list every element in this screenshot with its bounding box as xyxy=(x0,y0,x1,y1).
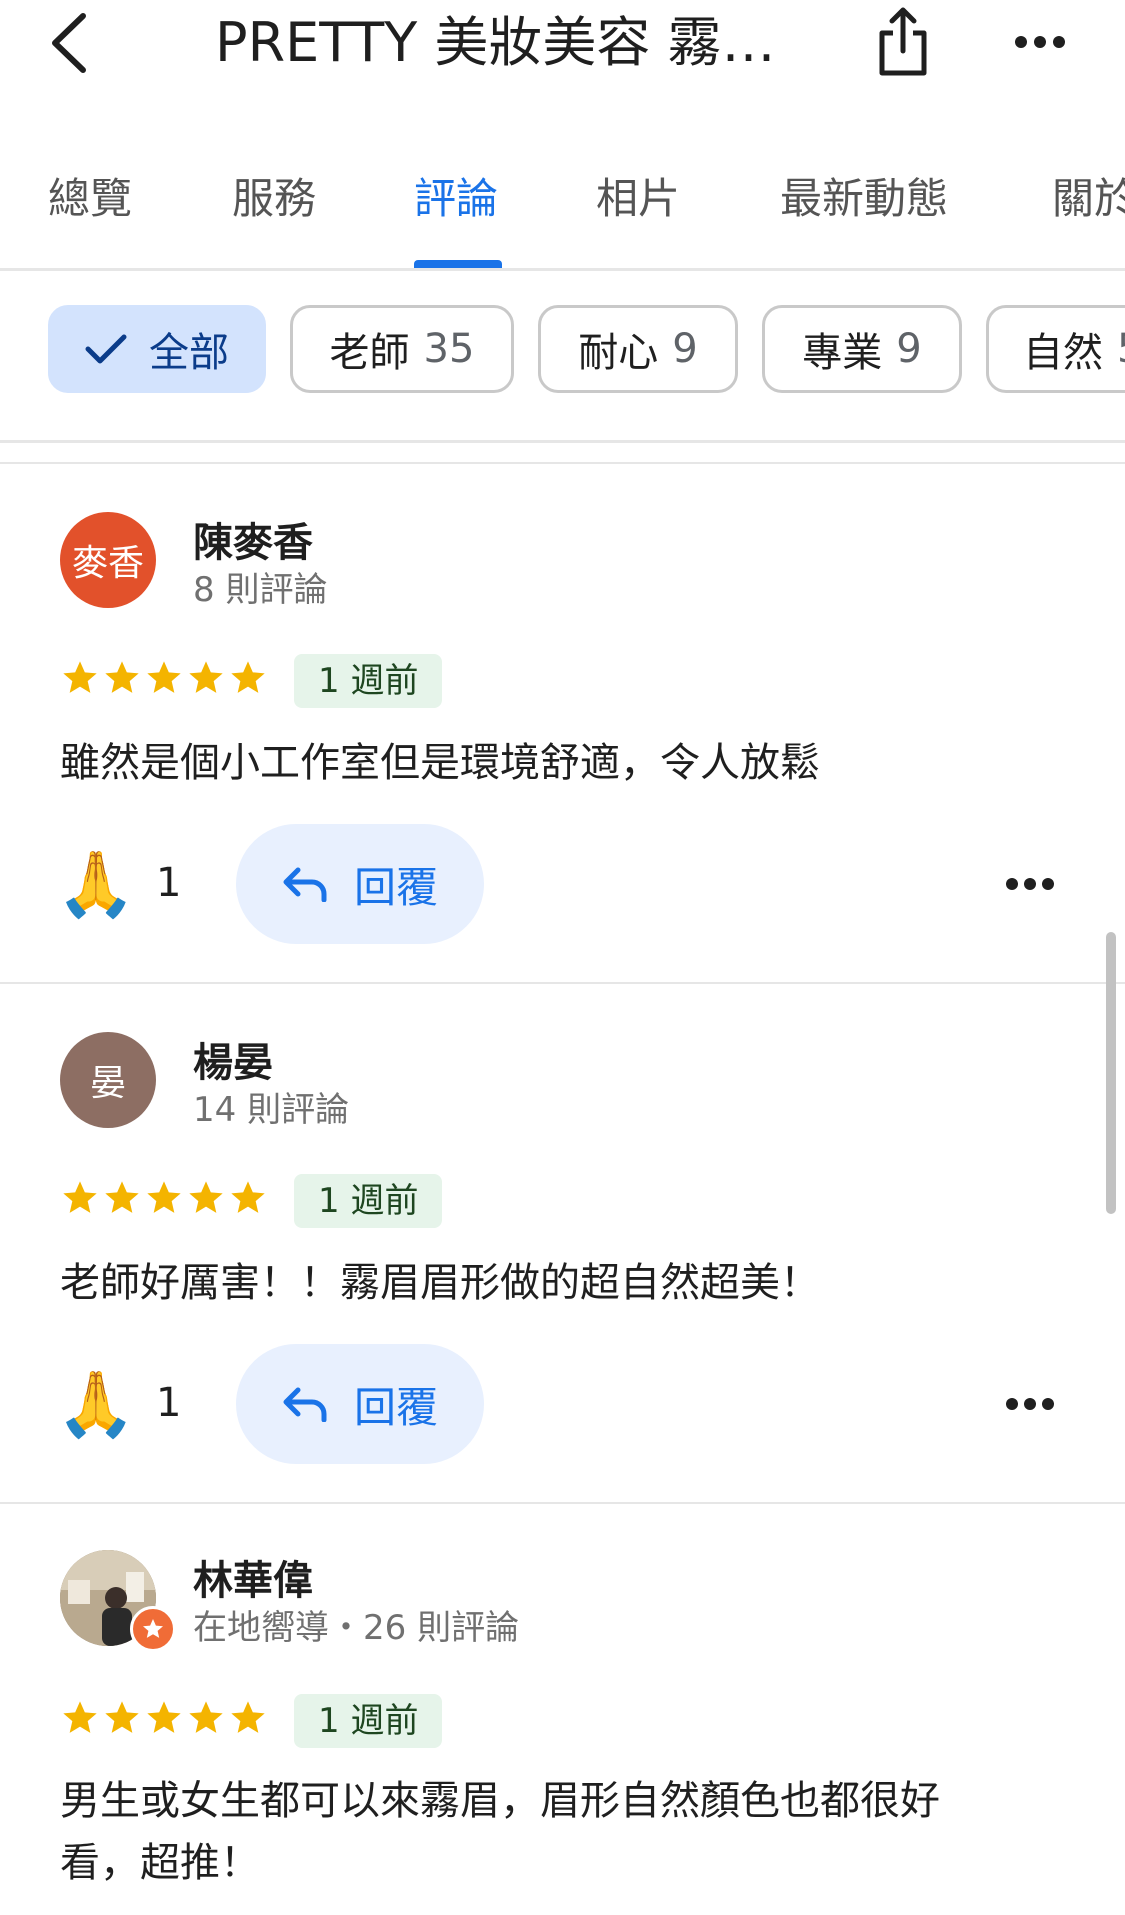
active-tab-indicator xyxy=(414,260,502,268)
share-button[interactable] xyxy=(868,2,938,82)
reaction-count: 1 xyxy=(156,1380,182,1426)
star-icon xyxy=(63,1701,97,1733)
reviewer-name[interactable]: 楊晏 xyxy=(193,1030,273,1088)
star-icon xyxy=(63,661,97,693)
reviewer-meta: 14 則評論 xyxy=(193,1090,350,1130)
star-icon xyxy=(231,1701,265,1733)
chip-count: 9 xyxy=(672,326,698,372)
review-time-badge: 1 週前 xyxy=(294,654,443,708)
reply-label: 回覆 xyxy=(353,1382,438,1432)
review-text: 男生或女生都可以來霧眉，眉形自然顏色也都很好 看，超推！ xyxy=(60,1770,1020,1894)
star-icon xyxy=(189,661,223,693)
avatar[interactable]: 晏 xyxy=(60,1032,156,1128)
check-icon xyxy=(85,333,127,365)
back-button[interactable] xyxy=(38,8,98,78)
chip-professional[interactable]: 專業 9 xyxy=(762,305,962,393)
section-divider xyxy=(0,462,1125,464)
chip-label: 專業 xyxy=(802,330,883,376)
star-icon xyxy=(147,1181,181,1213)
reply-label: 回覆 xyxy=(353,862,438,912)
folded-hands-icon[interactable]: 🙏 xyxy=(56,1364,136,1444)
review-text: 雖然是個小工作室但是環境舒適，令人放鬆 xyxy=(60,740,820,786)
chip-all[interactable]: 全部 xyxy=(48,305,266,393)
share-icon xyxy=(879,7,927,76)
reviewer-meta: 8 則評論 xyxy=(193,570,328,610)
reply-button[interactable]: 回覆 xyxy=(236,1344,484,1464)
chip-natural[interactable]: 自然 5 xyxy=(986,305,1125,393)
chip-label: 耐心 xyxy=(578,330,659,376)
tab-services[interactable]: 服務 xyxy=(232,164,316,234)
tab-about[interactable]: 關於 xyxy=(1052,164,1125,234)
tab-overview[interactable]: 總覽 xyxy=(48,164,132,234)
tab-bar: 總覽 服務 評論 相片 最新動態 關於 xyxy=(0,150,1125,271)
star-icon xyxy=(231,661,265,693)
more-horiz-icon xyxy=(1006,878,1054,890)
review-more-button[interactable] xyxy=(1000,864,1060,904)
tab-updates[interactable]: 最新動態 xyxy=(780,164,948,234)
reply-icon xyxy=(283,867,327,902)
tab-reviews[interactable]: 評論 xyxy=(414,164,498,234)
chip-label: 全部 xyxy=(149,330,229,376)
page-title: PRETTY 美妝美容 霧… xyxy=(215,11,776,74)
review-more-button[interactable] xyxy=(1000,1384,1060,1424)
chip-label: 老師 xyxy=(329,330,410,376)
arrow-back-icon xyxy=(52,13,86,73)
star-icon xyxy=(105,1181,139,1213)
review-time-badge: 1 週前 xyxy=(294,1174,443,1228)
chip-count: 5 xyxy=(1117,326,1125,372)
star-icon xyxy=(189,1701,223,1733)
chip-count: 35 xyxy=(423,326,475,372)
reviewer-name[interactable]: 林華偉 xyxy=(193,1548,313,1606)
star-rating xyxy=(60,658,268,704)
review-divider xyxy=(0,982,1125,984)
avatar[interactable]: 麥香 xyxy=(60,512,156,608)
more-horiz-icon xyxy=(1015,36,1065,48)
chip-patience[interactable]: 耐心 9 xyxy=(538,305,738,393)
more-horiz-icon xyxy=(1006,1398,1054,1410)
chip-teacher[interactable]: 老師 35 xyxy=(290,305,514,393)
star-icon xyxy=(147,1701,181,1733)
star-icon xyxy=(105,661,139,693)
review-divider xyxy=(0,1502,1125,1504)
more-options-button[interactable] xyxy=(1010,12,1070,72)
star-icon xyxy=(105,1701,139,1733)
review-time-badge: 1 週前 xyxy=(294,1694,443,1748)
chip-label: 自然 xyxy=(1023,330,1103,376)
folded-hands-icon[interactable]: 🙏 xyxy=(56,844,136,924)
star-icon xyxy=(147,661,181,693)
filter-chips: 全部 老師 35 耐心 9 專業 9 自然 5 xyxy=(0,290,1125,443)
star-rating xyxy=(60,1178,268,1224)
top-app-bar: PRETTY 美妝美容 霧… xyxy=(0,0,1125,130)
tab-photos[interactable]: 相片 xyxy=(596,164,680,234)
reply-icon xyxy=(283,1387,327,1422)
review-text-line: 看，超推！ xyxy=(60,1840,260,1886)
reviewer-name[interactable]: 陳麥香 xyxy=(193,510,313,568)
star-icon xyxy=(63,1181,97,1213)
chip-count: 9 xyxy=(896,326,922,372)
local-guide-badge-icon xyxy=(130,1606,176,1652)
star-rating xyxy=(60,1698,268,1744)
scrollbar[interactable] xyxy=(1106,932,1116,1214)
star-icon xyxy=(189,1181,223,1213)
review-text: 老師好厲害！！霧眉眉形做的超自然超美！ xyxy=(60,1260,820,1306)
reply-button[interactable]: 回覆 xyxy=(236,824,484,944)
review-text-line: 男生或女生都可以來霧眉，眉形自然顏色也都很好 xyxy=(60,1778,940,1824)
star-icon xyxy=(231,1181,265,1213)
reaction-count: 1 xyxy=(156,860,182,906)
reviewer-meta: 在地嚮導・26 則評論 xyxy=(193,1608,520,1648)
